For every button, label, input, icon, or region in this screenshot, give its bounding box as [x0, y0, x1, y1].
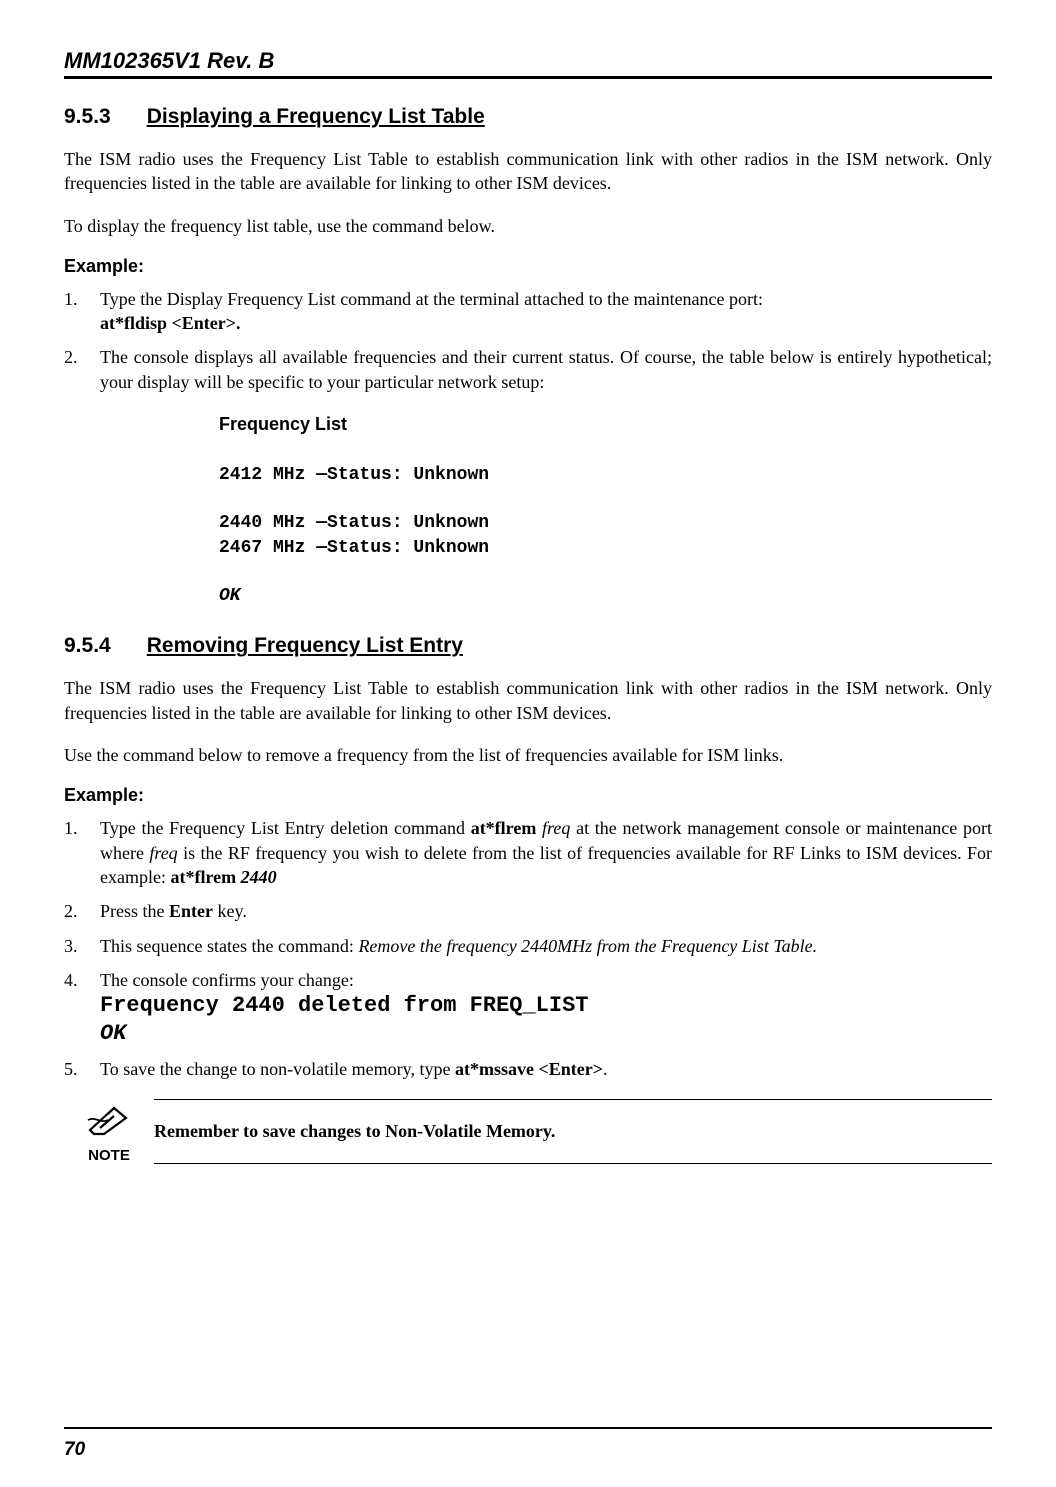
section-number: 9.5.4	[64, 634, 111, 658]
code-ok: OK	[219, 586, 241, 606]
header-rule	[64, 76, 992, 79]
command-text: at*flrem	[170, 867, 240, 887]
note-label: NOTE	[88, 1147, 130, 1164]
code-line: 2467 MHz —Status: Unknown	[219, 538, 489, 558]
example-label: Example:	[64, 785, 992, 806]
list-item: To save the change to non-volatile memor…	[64, 1057, 992, 1081]
steps-list: Type the Frequency List Entry deletion c…	[64, 816, 992, 1081]
console-output: Frequency 2440 deleted from FREQ_LIST OK	[100, 992, 992, 1047]
list-item: The console confirms your change: Freque…	[64, 968, 992, 1047]
note-icon	[84, 1100, 134, 1143]
body-paragraph: Use the command below to remove a freque…	[64, 743, 992, 767]
body-paragraph: To display the frequency list table, use…	[64, 214, 992, 238]
page-number: 70	[64, 1439, 85, 1461]
note-text: Remember to save changes to Non-Volatile…	[154, 1100, 992, 1164]
steps-list: Type the Display Frequency List command …	[64, 287, 992, 394]
section-954-heading: 9.5.4 Removing Frequency List Entry	[64, 634, 992, 658]
step-fragment: .	[603, 1059, 608, 1079]
body-paragraph: The ISM radio uses the Frequency List Ta…	[64, 676, 992, 725]
console-output: Frequency List 2412 MHz —Status: Unknown…	[219, 412, 992, 608]
list-item: Type the Frequency List Entry deletion c…	[64, 816, 992, 889]
body-paragraph: The ISM radio uses the Frequency List Ta…	[64, 147, 992, 196]
code-line: Frequency 2440 deleted from FREQ_LIST	[100, 993, 588, 1018]
doc-header: MM102365V1 Rev. B	[64, 48, 992, 74]
list-item: This sequence states the command: Remove…	[64, 934, 992, 958]
section-number: 9.5.3	[64, 105, 111, 129]
code-header: Frequency List	[219, 414, 347, 434]
list-item: The console displays all available frequ…	[64, 345, 992, 394]
step-fragment: This sequence states the command:	[100, 936, 358, 956]
param-text: freq	[542, 818, 570, 838]
note-icon-cell: NOTE	[64, 1100, 154, 1164]
example-label: Example:	[64, 256, 992, 277]
command-text: at*flrem	[471, 818, 542, 838]
section-953-heading: 9.5.3 Displaying a Frequency List Table	[64, 105, 992, 129]
step-fragment: key.	[213, 901, 247, 921]
step-fragment: Press the	[100, 901, 169, 921]
section-title: Displaying a Frequency List Table	[147, 105, 485, 129]
code-line: 2440 MHz —Status: Unknown	[219, 513, 489, 533]
command-text: at*fldisp <Enter>.	[100, 313, 241, 333]
code-line: 2412 MHz —Status: Unknown	[219, 465, 489, 485]
param-text: freq	[149, 843, 177, 863]
step-text: Type the Display Frequency List command …	[100, 289, 763, 309]
command-text: at*mssave <Enter>	[455, 1059, 603, 1079]
step-text: The console displays all available frequ…	[100, 347, 992, 391]
section-title: Removing Frequency List Entry	[147, 634, 463, 658]
step-fragment: To save the change to non-volatile memor…	[100, 1059, 455, 1079]
command-param: 2440	[241, 867, 277, 887]
footer-rule	[64, 1427, 992, 1429]
note-block: NOTE Remember to save changes to Non-Vol…	[64, 1099, 992, 1164]
command-meaning: Remove the frequency 2440MHz from the Fr…	[358, 936, 817, 956]
code-ok: OK	[100, 1021, 126, 1046]
step-text: The console confirms your change:	[100, 970, 354, 990]
step-fragment: Type the Frequency List Entry deletion c…	[100, 818, 471, 838]
key-name: Enter	[169, 901, 213, 921]
list-item: Press the Enter key.	[64, 899, 992, 923]
list-item: Type the Display Frequency List command …	[64, 287, 992, 336]
